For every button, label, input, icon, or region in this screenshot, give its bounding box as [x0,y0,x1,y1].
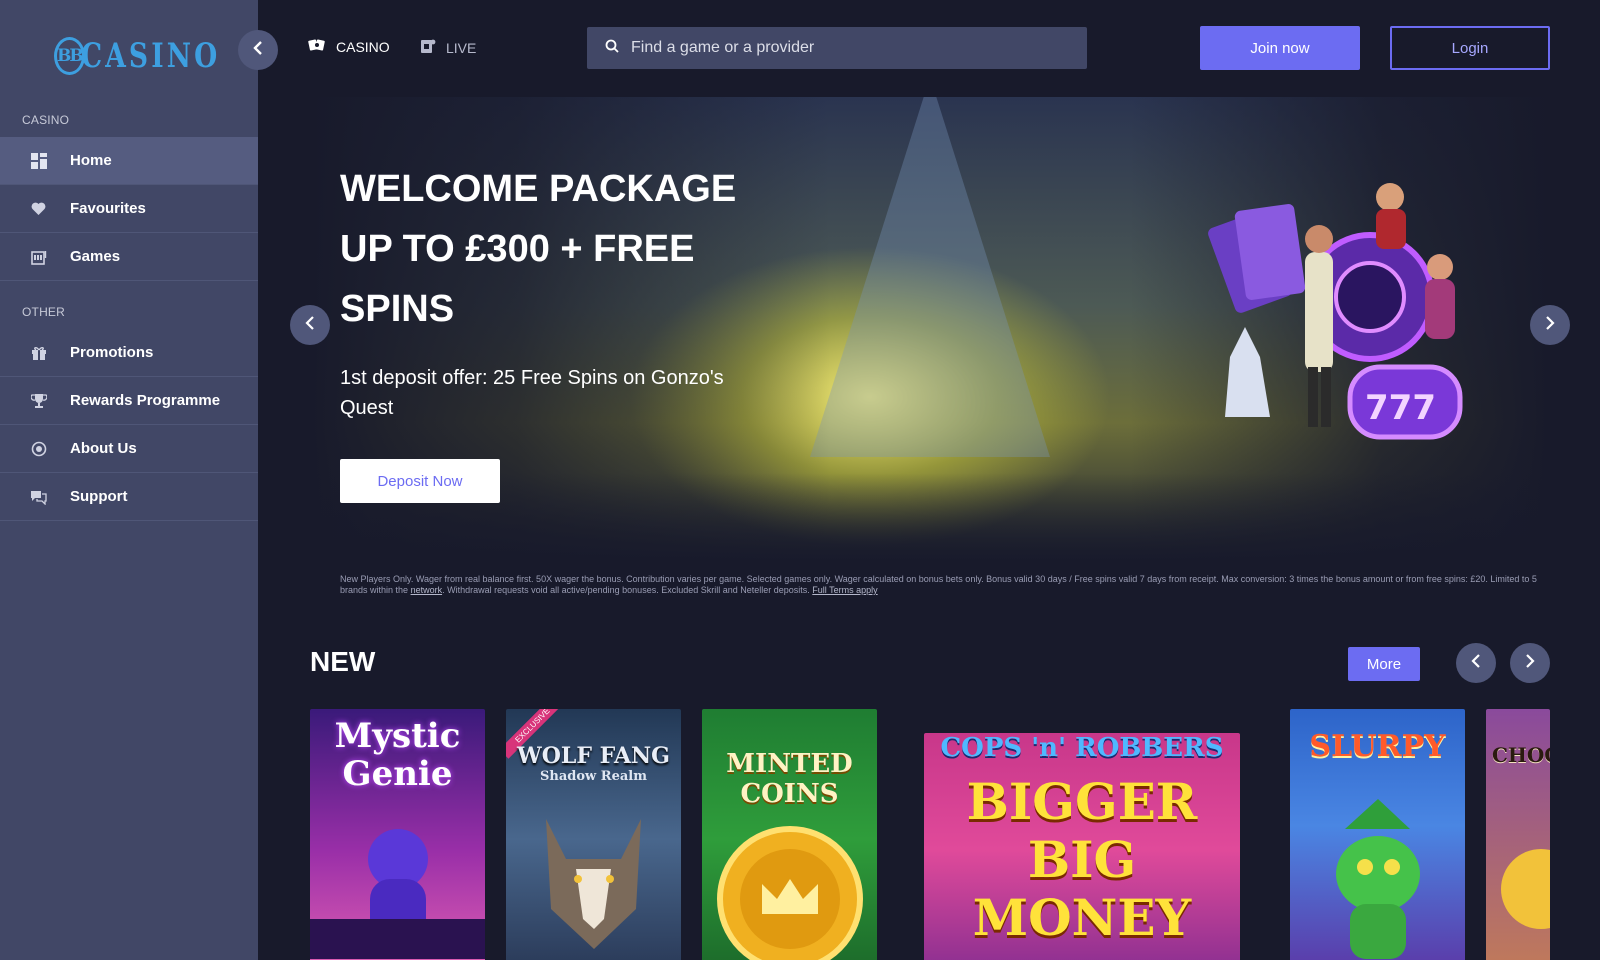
sidebar-item-label: Home [70,152,112,169]
grid-icon [30,152,47,169]
sidebar-item-label: Rewards Programme [70,392,221,409]
games-prev-button[interactable] [1456,643,1496,683]
sidebar-item-label: Favourites [70,200,146,217]
chevron-left-icon [1471,653,1481,673]
game-tile-bigger-big-money[interactable]: COPS 'n' ROBBERS BIGGER BIG MONEY [924,733,1240,960]
game-tile-slurpy[interactable]: SLURPY [1290,709,1465,960]
genie-artwork [310,829,485,959]
collapse-sidebar-button[interactable] [238,30,278,70]
tab-live-label: LIVE [446,39,477,56]
sidebar-item-games[interactable]: Games [0,233,258,281]
slurpy-artwork [1336,799,1420,959]
network-link[interactable]: network [411,585,443,595]
sidebar-item-support[interactable]: Support [0,473,258,521]
cards-icon [308,38,326,55]
game-title: CHOC [1492,743,1550,767]
choc-artwork [1501,849,1550,929]
sidebar-item-about-us[interactable]: About Us [0,425,258,473]
game-subtitle: COPS 'n' ROBBERS [940,733,1224,763]
slot-machine-icon [30,248,47,265]
game-title: BIGGER BIG MONEY [966,772,1198,947]
section-title-new: NEW [310,646,376,677]
hero-subtitle: 1st deposit offer: 25 Free Spins on Gonz… [340,367,724,419]
search-icon [605,39,619,58]
sidebar-item-label: About Us [70,440,137,457]
sidebar-item-favourites[interactable]: Favourites [0,185,258,233]
casino-logo[interactable]: BB CASINO [54,34,217,78]
info-icon [30,440,47,457]
games-next-button[interactable] [1510,643,1550,683]
new-games-row: Mystic Genie EXCLUSIVE WOLF FANG Shadow … [310,709,1550,960]
heart-icon [30,200,47,217]
full-terms-link[interactable]: Full Terms apply [812,585,877,595]
sidebar-item-home[interactable]: Home [0,137,258,185]
hero-banner: WELCOME PACKAGE UP TO £300 + FREE SPINS … [310,97,1550,563]
sidebar-item-promotions[interactable]: Promotions [0,329,258,377]
gift-icon [30,344,47,361]
sidebar-item-label: Promotions [70,344,154,361]
game-title: WOLF FANG [517,743,670,769]
game-tile-mystic-genie[interactable]: Mystic Genie [310,709,485,960]
game-title: Mystic Genie [334,716,461,794]
chevron-right-icon [1525,653,1535,673]
hero-prev-button[interactable] [290,305,330,345]
sidebar: BB CASINO CASINO Home Favourites Games O… [0,0,258,960]
game-tile-choc[interactable]: CHOC [1486,709,1550,960]
sidebar-item-label: Support [70,488,128,505]
chevron-right-icon [1545,315,1555,335]
coin-artwork [717,826,863,960]
tab-live[interactable]: LIVE [420,38,476,57]
terms-body-2: . Withdrawal requests void all active/pe… [442,585,810,595]
hero-background-beam [810,97,1050,457]
tab-casino-label: CASINO [336,38,390,55]
more-button[interactable]: More [1348,647,1420,681]
sidebar-item-rewards[interactable]: Rewards Programme [0,377,258,425]
wolf-artwork [546,819,641,949]
hero-characters-illustration: 777 [1208,183,1463,440]
svg-text:777: 777 [1365,388,1436,428]
terms-text: New Players Only. Wager from real balanc… [340,574,1540,596]
live-icon [420,38,436,57]
sidebar-section-casino: CASINO [22,113,70,127]
search-bar[interactable] [587,27,1087,69]
trophy-icon [30,392,47,409]
game-title: MINTED COINS [726,749,853,809]
logo-word: CASINO [80,36,221,76]
tab-casino[interactable]: CASINO [308,38,390,55]
join-now-button[interactable]: Join now [1200,26,1360,70]
hero-title: WELCOME PACKAGE UP TO £300 + FREE SPINS [340,168,737,330]
login-button[interactable]: Login [1390,26,1550,70]
hero-next-button[interactable] [1530,305,1570,345]
search-input[interactable] [631,39,1071,57]
game-tile-minted-coins[interactable]: MINTED COINS [702,709,877,960]
deposit-now-button[interactable]: Deposit Now [340,459,500,503]
sidebar-item-label: Games [70,248,121,265]
game-subtitle: Shadow Realm [540,769,647,784]
chevron-left-icon [252,40,264,60]
chevron-left-icon [305,315,315,335]
sidebar-section-other: OTHER [22,305,65,319]
game-title: SLURPY [1309,729,1446,764]
game-tile-wolf-fang[interactable]: EXCLUSIVE WOLF FANG Shadow Realm [506,709,681,960]
chat-icon [30,488,47,505]
